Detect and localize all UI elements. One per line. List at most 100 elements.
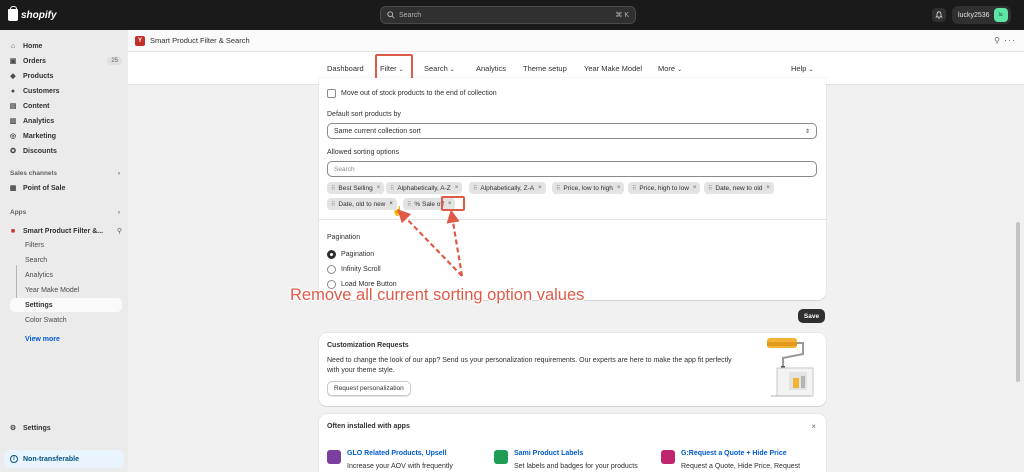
sort-chip[interactable]: ⠿ Best Selling × — [327, 182, 385, 194]
sidebar-subitem-search[interactable]: Search — [25, 257, 47, 264]
annotation-text: Remove all current sorting option values — [290, 286, 585, 304]
sidebar-item-discounts[interactable]: ✪ Discounts — [8, 144, 122, 158]
sidebar-item-label: Point of Sale — [23, 184, 66, 192]
sort-chip[interactable]: ⠿ Price, high to low × — [628, 182, 701, 194]
banner-label: Non-transferable — [23, 455, 80, 463]
sidebar-item-label: Marketing — [23, 132, 57, 140]
sidebar-item-products[interactable]: ◆ Products — [8, 69, 122, 83]
app-icon — [661, 450, 675, 464]
sorting-search-input[interactable]: Search — [327, 161, 817, 177]
tab-more[interactable]: More ⌄ — [658, 64, 682, 73]
sidebar-subitem-ymm[interactable]: Year Make Model — [25, 287, 79, 294]
sidebar-subitem-color-swatch[interactable]: Color Swatch — [25, 317, 67, 324]
default-sort-select[interactable]: Same current collection sort ⇕ — [327, 123, 817, 139]
shopify-bag-icon — [8, 6, 18, 21]
avatar: lu — [993, 8, 1008, 22]
pagination-radio[interactable] — [327, 250, 336, 259]
sidebar-item-customers[interactable]: ● Customers — [8, 84, 122, 98]
remove-chip-icon[interactable]: × — [617, 185, 621, 191]
sidebar-item-label: Content — [23, 102, 50, 110]
drag-handle-icon[interactable]: ⠿ — [473, 185, 477, 192]
close-icon[interactable]: × — [811, 422, 816, 431]
sorting-search-placeholder: Search — [334, 165, 355, 173]
infinity-scroll-radio[interactable] — [327, 265, 336, 274]
view-more-link[interactable]: View more — [25, 336, 60, 343]
shopify-logo[interactable]: shopify — [8, 6, 57, 21]
remove-chip-icon[interactable]: × — [377, 185, 381, 191]
sort-chip[interactable]: ⠿ Date, old to new × — [327, 198, 397, 210]
sidebar-item-label: Analytics — [23, 117, 55, 125]
save-button[interactable]: Save — [798, 309, 825, 323]
sort-chip[interactable]: ⠿ Alphabetically, Z-A × — [469, 182, 546, 194]
sidebar-item-content[interactable]: ▤ Content — [8, 99, 122, 113]
orders-count-badge: 25 — [107, 57, 122, 65]
request-personalization-button[interactable]: Request personalization — [327, 381, 411, 396]
sidebar-subitem-filters[interactable]: Filters — [25, 242, 44, 249]
account-menu-button[interactable]: lucky2536 lu — [952, 6, 1011, 24]
more-actions-icon[interactable]: ··· — [1004, 35, 1016, 45]
bell-icon — [935, 11, 943, 19]
drag-handle-icon[interactable]: ⠿ — [708, 185, 712, 192]
remove-chip-icon[interactable]: × — [766, 185, 770, 191]
pin-icon[interactable]: ⚲ — [994, 36, 1000, 45]
username: lucky2536 — [958, 11, 990, 19]
tab-theme-setup[interactable]: Theme setup — [523, 64, 567, 73]
pin-icon[interactable]: ⚲ — [117, 227, 122, 235]
apps-section[interactable]: Apps › — [10, 209, 120, 216]
sidebar-item-orders[interactable]: ▣ Orders 25 — [8, 54, 122, 68]
search-icon — [387, 11, 395, 19]
section-label: Sales channels — [10, 170, 57, 177]
app-logo-icon: Y — [135, 35, 145, 46]
sidebar-item-point-of-sale[interactable]: ▦ Point of Sale — [8, 181, 122, 195]
drag-handle-icon[interactable]: ⠿ — [331, 201, 335, 208]
chevron-down-icon: ⌄ — [677, 67, 683, 73]
app-description: Increase your AOV with frequently — [347, 463, 453, 470]
drag-handle-icon[interactable]: ⠿ — [390, 185, 394, 192]
app-name-link[interactable]: Sami Product Labels — [514, 450, 583, 457]
search-shortcut: ⌘ K — [615, 12, 629, 19]
global-search-input[interactable]: Search ⌘ K — [380, 6, 636, 24]
default-sort-value: Same current collection sort — [334, 127, 421, 135]
sidebar-item-label: Smart Product Filter &... — [23, 227, 104, 235]
remove-chip-icon[interactable]: × — [538, 185, 542, 191]
sidebar-item-marketing[interactable]: ◎ Marketing — [8, 129, 122, 143]
drag-handle-icon[interactable]: ⠿ — [556, 185, 560, 192]
sort-chip[interactable]: ⠿ Alphabetically, A-Z × — [386, 182, 463, 194]
sidebar-item-app[interactable]: ■ Smart Product Filter &... ⚲ — [8, 224, 122, 238]
chevron-down-icon: ⌄ — [808, 67, 814, 73]
sidebar-item-label: Discounts — [23, 147, 57, 155]
notifications-button[interactable] — [932, 8, 946, 22]
sidebar-item-analytics[interactable]: ▥ Analytics — [8, 114, 122, 128]
tab-year-make-model[interactable]: Year Make Model — [584, 64, 642, 73]
tab-help[interactable]: Help ⌄ — [791, 64, 813, 73]
drag-handle-icon[interactable]: ⠿ — [632, 185, 636, 192]
chip-label: Price, high to low — [639, 184, 689, 192]
drag-handle-icon[interactable]: ⠿ — [331, 185, 335, 192]
tab-label: Year Make Model — [584, 64, 643, 73]
filter-tab-highlight — [375, 54, 413, 80]
remove-chip-icon[interactable]: × — [455, 185, 459, 191]
sidebar-item-label: Orders — [23, 57, 46, 65]
pagination-option-label: Pagination — [341, 251, 375, 258]
sidebar-item-settings[interactable]: ⚙ Settings — [8, 421, 122, 435]
app-name-link[interactable]: GLO Related Products, Upsell — [347, 450, 447, 457]
page-scrollbar[interactable] — [1016, 222, 1020, 382]
info-icon: i — [10, 455, 18, 463]
sidebar-subitem-analytics[interactable]: Analytics — [25, 272, 53, 279]
sidebar-item-home[interactable]: ⌂ Home — [8, 39, 122, 53]
tab-dashboard[interactable]: Dashboard — [327, 64, 364, 73]
chip-label: Best Selling — [338, 184, 373, 192]
sales-channels-section[interactable]: Sales channels › — [10, 170, 120, 177]
non-transferable-banner[interactable]: i Non-transferable — [4, 450, 124, 468]
tab-analytics[interactable]: Analytics — [476, 64, 506, 73]
app-description: Request a Quote, Hide Price, Request — [681, 463, 801, 470]
tab-search[interactable]: Search ⌄ — [424, 64, 455, 73]
app-name-link[interactable]: G:Request a Quote + Hide Price — [681, 450, 787, 457]
sort-chip[interactable]: ⠿ Date, new to old × — [704, 182, 774, 194]
out-of-stock-checkbox[interactable] — [327, 89, 336, 98]
sidebar-subitem-settings[interactable]: Settings — [25, 302, 53, 309]
drag-handle-icon[interactable]: ⠿ — [407, 201, 411, 208]
sort-chip[interactable]: ⠿ Price, low to high × — [552, 182, 625, 194]
remove-chip-icon[interactable]: × — [693, 185, 697, 191]
section-divider — [319, 219, 826, 220]
